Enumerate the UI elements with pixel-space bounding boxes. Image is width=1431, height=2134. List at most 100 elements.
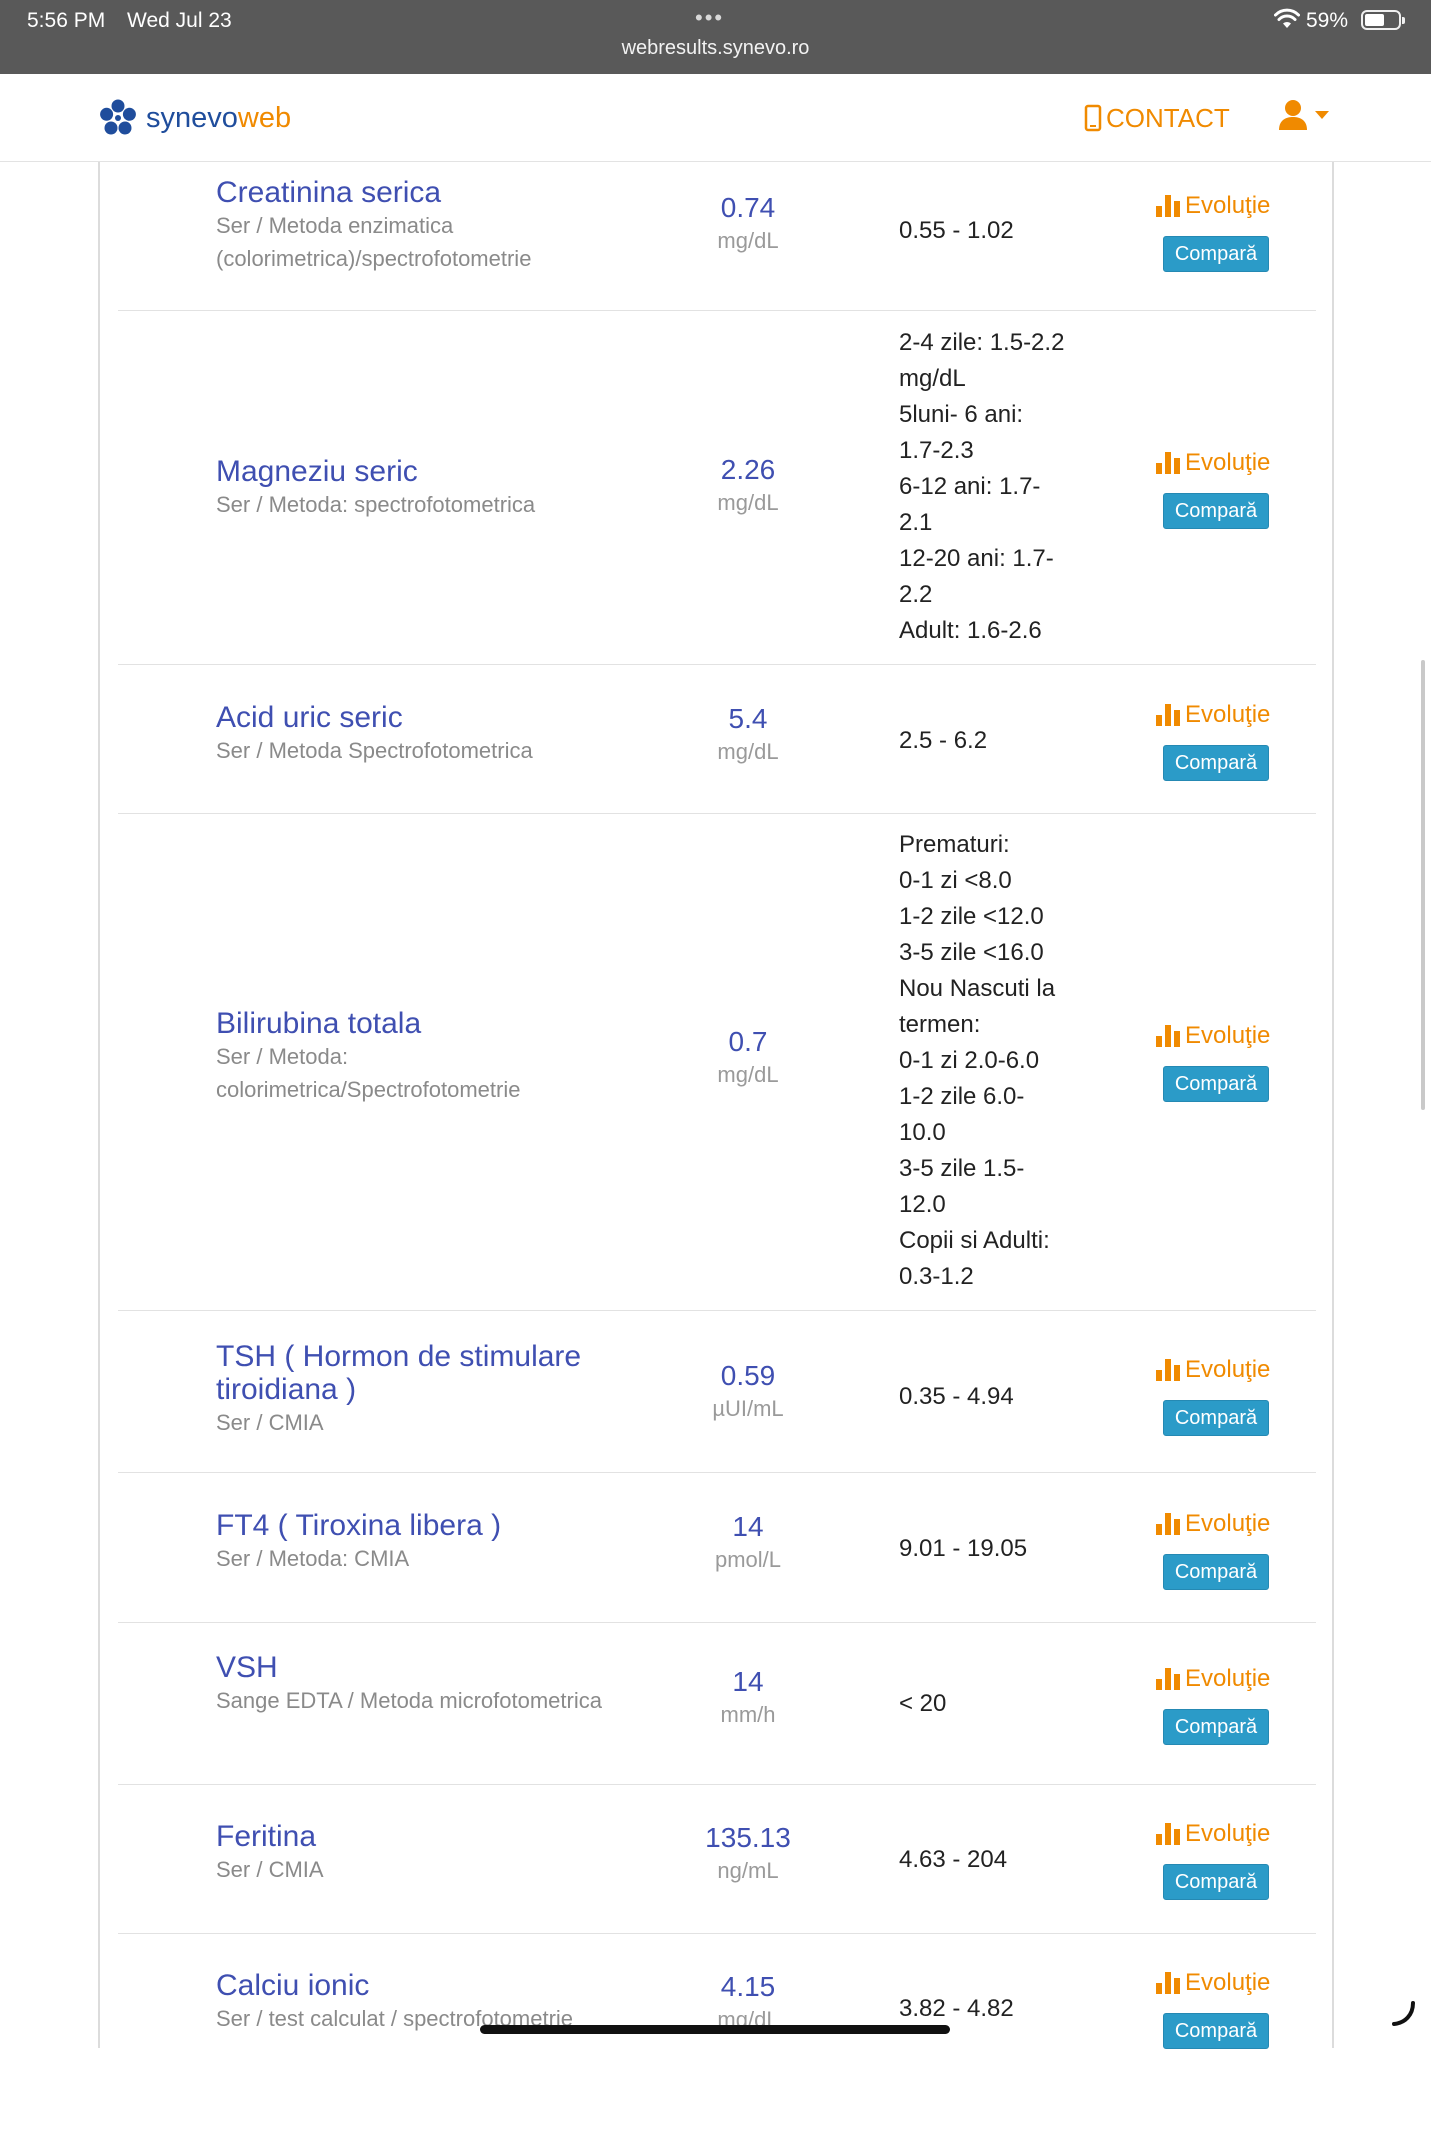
result-row: Calciu ionic Ser / test calculat / spect… (118, 1934, 1316, 2134)
pencil-scribble-icon (1392, 2001, 1415, 2026)
brand-name-web: web (237, 101, 292, 134)
compara-button[interactable]: Compară (1163, 1864, 1269, 1900)
compara-button[interactable]: Compară (1163, 745, 1269, 781)
result-value: 0.7 (728, 1026, 768, 1057)
compara-button[interactable]: Compară (1163, 236, 1269, 272)
evolutie-link[interactable]: Evoluţie (1156, 699, 1316, 731)
reference-range: 9.01 - 19.05 (899, 1535, 1028, 1562)
results-card: Creatinina serica Ser / Metoda enzimatic… (98, 162, 1334, 2049)
test-method: Ser / Metoda: colorimetrica/Spectrofotom… (216, 1044, 521, 1102)
result-value: 0.74 (720, 192, 776, 223)
status-time: 5:56 PM (27, 9, 106, 32)
result-row: FT4 ( Tiroxina libera ) Ser / Metoda: CM… (118, 1473, 1316, 1623)
bar-chart-icon (1156, 1513, 1180, 1535)
battery-percentage: 59% (1306, 9, 1349, 32)
test-name-link[interactable]: Creatinina serica (216, 176, 636, 209)
test-name-link[interactable]: Calciu ionic (216, 1969, 636, 2002)
evolutie-label: Evoluţie (1185, 192, 1271, 219)
evolutie-link[interactable]: Evoluţie (1156, 1508, 1316, 1540)
test-name-link[interactable]: VSH (216, 1651, 636, 1684)
result-value: 5.4 (728, 703, 768, 734)
chevron-down-icon (1315, 111, 1329, 119)
wifi-icon (1274, 8, 1300, 28)
result-row: TSH ( Hormon de stimulare tiroidiana ) S… (118, 1311, 1316, 1473)
synevoweb-logo[interactable]: synevo web (98, 96, 291, 140)
evolutie-label: Evoluţie (1185, 1356, 1271, 1383)
result-value: 2.26 (720, 454, 776, 485)
contact-label: CONTACT (1106, 102, 1230, 133)
compara-button[interactable]: Compară (1163, 1066, 1269, 1102)
compara-button[interactable]: Compară (1163, 1400, 1269, 1436)
test-name-link[interactable]: Bilirubina totala (216, 1007, 636, 1040)
bar-chart-icon (1156, 1972, 1180, 1994)
reference-range: Prematuri: 0-1 zi <8.0 1-2 zile <12.0 3-… (899, 831, 1056, 1290)
result-unit: mg/dL (717, 739, 779, 764)
result-unit: µUI/mL (712, 1396, 784, 1421)
evolutie-label: Evoluţie (1185, 701, 1271, 728)
home-indicator[interactable] (480, 2025, 950, 2034)
synevo-flower-icon (100, 99, 136, 135)
reference-range: 0.35 - 4.94 (899, 1383, 1014, 1410)
result-value: 4.15 (720, 1971, 776, 2002)
evolutie-link[interactable]: Evoluţie (1156, 1967, 1316, 1999)
evolutie-label: Evoluţie (1185, 449, 1271, 476)
mobile-phone-icon (1084, 104, 1102, 132)
evolutie-link[interactable]: Evoluţie (1156, 447, 1316, 479)
compara-button[interactable]: Compară (1163, 1709, 1269, 1745)
evolutie-label: Evoluţie (1185, 1510, 1271, 1537)
brand-name-synevo: synevo (146, 101, 238, 134)
result-unit: mg/dL (717, 1062, 779, 1087)
reference-range: 4.63 - 204 (899, 1846, 1008, 1873)
evolutie-link[interactable]: Evoluţie (1156, 1354, 1316, 1386)
status-date: Wed Jul 23 (127, 9, 232, 32)
reference-range: 3.82 - 4.82 (899, 1995, 1014, 2022)
result-unit: mg/dL (717, 490, 779, 515)
result-unit: pmol/L (714, 1547, 782, 1572)
bar-chart-icon (1156, 704, 1180, 726)
result-row: Bilirubina totala Ser / Metoda: colorime… (118, 814, 1316, 1311)
result-row: Acid uric seric Ser / Metoda Spectrofoto… (118, 665, 1316, 814)
test-method: Ser / CMIA (216, 1857, 324, 1882)
user-icon (1279, 100, 1307, 130)
page-scrollbar[interactable] (1421, 660, 1425, 1110)
evolutie-label: Evoluţie (1185, 1969, 1271, 1996)
contact-link[interactable]: CONTACT (1084, 101, 1230, 135)
bar-chart-icon (1156, 1668, 1180, 1690)
result-unit: mg/dL (717, 228, 779, 253)
bar-chart-icon (1156, 1359, 1180, 1381)
browser-status-bar: 5:56 PM Wed Jul 23 ••• webresults.synevo… (0, 0, 1431, 74)
user-menu-dropdown[interactable] (1278, 99, 1329, 131)
reference-range: 2.5 - 6.2 (899, 727, 988, 754)
evolutie-link[interactable]: Evoluţie (1156, 190, 1316, 222)
evolutie-label: Evoluţie (1185, 1665, 1271, 1692)
evolutie-link[interactable]: Evoluţie (1156, 1663, 1316, 1695)
result-unit: ng/mL (717, 1858, 779, 1883)
compara-button[interactable]: Compară (1163, 1554, 1269, 1590)
test-name-link[interactable]: Magneziu seric (216, 455, 636, 488)
reference-range: 0.55 - 1.02 (899, 217, 1014, 244)
evolutie-link[interactable]: Evoluţie (1156, 1020, 1316, 1052)
test-name-link[interactable]: Acid uric seric (216, 701, 636, 734)
evolutie-label: Evoluţie (1185, 1022, 1271, 1049)
bar-chart-icon (1156, 195, 1180, 217)
test-method: Ser / Metoda Spectrofotometrica (216, 738, 533, 763)
battery-icon (1361, 10, 1405, 30)
tab-overview-dots-icon[interactable]: ••• (695, 5, 724, 31)
reference-range: < 20 (899, 1690, 947, 1717)
result-value: 14 (732, 1511, 764, 1542)
test-name-link[interactable]: FT4 ( Tiroxina libera ) (216, 1509, 636, 1542)
evolutie-link[interactable]: Evoluţie (1156, 1818, 1316, 1850)
test-name-link[interactable]: Feritina (216, 1820, 636, 1853)
bar-chart-icon (1156, 452, 1180, 474)
result-unit: mm/h (720, 1702, 776, 1727)
result-row: Feritina Ser / CMIA 135.13 ng/mL 4.63 - … (118, 1785, 1316, 1934)
result-value: 135.13 (705, 1822, 791, 1853)
bar-chart-icon (1156, 1025, 1180, 1047)
address-bar-url[interactable]: webresults.synevo.ro (0, 37, 1431, 60)
result-row: Creatinina serica Ser / Metoda enzimatic… (118, 162, 1316, 311)
compara-button[interactable]: Compară (1163, 493, 1269, 529)
test-method: Sange EDTA / Metoda microfotometrica (216, 1688, 602, 1713)
compara-button[interactable]: Compară (1163, 2013, 1269, 2049)
test-method: Ser / CMIA (216, 1410, 324, 1435)
test-name-link[interactable]: TSH ( Hormon de stimulare tiroidiana ) (216, 1340, 636, 1406)
